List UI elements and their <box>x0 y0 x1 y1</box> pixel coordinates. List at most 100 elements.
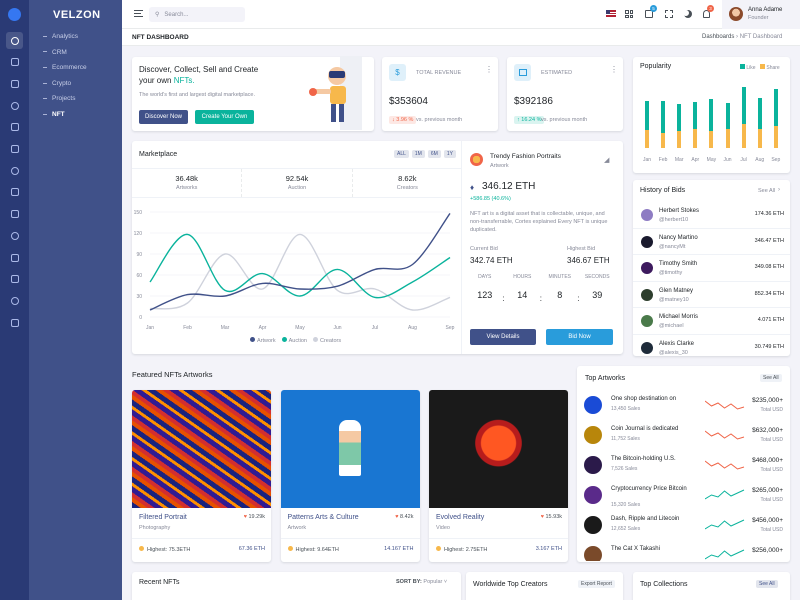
dashboard-icon[interactable] <box>6 32 23 49</box>
top-artworks-see-all[interactable]: See All <box>760 374 782 382</box>
bid-row[interactable]: Alexis Clarke @alexis_30 30.749 ETH <box>633 335 790 356</box>
nft-artwork-image[interactable] <box>429 390 568 508</box>
filter-1m[interactable]: 1M <box>411 150 425 158</box>
revenue-menu-icon[interactable]: ⋮ <box>485 65 493 74</box>
legend-item[interactable]: Artwork <box>250 337 276 344</box>
share-network-icon[interactable] <box>6 314 23 331</box>
menu-dash <box>43 98 47 100</box>
share-network-icon-glyph <box>10 318 19 327</box>
sidebar-item-crm[interactable]: CRM <box>43 49 67 56</box>
nft-likes[interactable]: ♥ 15.93k <box>541 514 562 520</box>
sidebar-item-label: CRM <box>52 48 67 56</box>
x-tick-label: Aug <box>408 325 417 331</box>
flag-icon[interactable] <box>606 10 616 17</box>
top-artwork-row[interactable]: Dash, Ripple and Litecoin 12,652 Sales $45… <box>577 510 790 540</box>
legend-item[interactable]: Auction <box>281 337 307 344</box>
brand-logo[interactable]: VELZON <box>53 9 101 21</box>
share-icon[interactable]: ◢ <box>604 156 609 164</box>
pen-icon[interactable] <box>6 271 23 288</box>
nft-likes[interactable]: ♥ 8.42k <box>395 514 413 520</box>
table-icon[interactable] <box>6 227 23 244</box>
artwork-thumb <box>584 486 602 504</box>
map-pin-icon[interactable] <box>6 292 23 309</box>
search-input[interactable]: ⚲ Search... <box>149 7 245 22</box>
shapes-icon[interactable] <box>6 162 23 179</box>
popularity-bar-group: Sep <box>769 80 783 168</box>
file-icon[interactable] <box>6 119 23 136</box>
layers-icon[interactable] <box>6 75 23 92</box>
bid-row[interactable]: Michael Morris @michael 4.071 ETH <box>633 308 790 335</box>
bids-see-all[interactable]: See All <box>758 188 775 194</box>
bidder-name: Alexis Clarke <box>659 341 695 347</box>
nft-name[interactable]: Evolved Reality <box>436 514 484 521</box>
nft-artwork-image[interactable] <box>280 390 420 508</box>
view-details-button[interactable]: View Details <box>470 329 536 345</box>
recent-nfts-title: Recent NFTs <box>139 579 180 586</box>
estimated-note: vs. previous month <box>541 117 588 123</box>
discover-now-button[interactable]: Discover Now <box>139 110 188 124</box>
top-artwork-row[interactable]: Cryptocurrency Price Bitcoin 15,320 Sales… <box>577 480 790 510</box>
bid-row[interactable]: Timothy Smith @timothy 349.08 ETH <box>633 255 790 282</box>
sidebar-item-ecommerce[interactable]: Ecommerce <box>43 64 87 71</box>
export-report-button[interactable]: Export Report <box>578 580 615 588</box>
filter-6m[interactable]: 6M <box>427 150 441 158</box>
sparkline-path <box>705 400 745 410</box>
featured-nft-card[interactable]: Patterns Arts & Culture Artwork ♥ 8.42k Hig… <box>280 390 420 562</box>
sidebar-item-label: Crypto <box>52 79 72 87</box>
nft-category: Photography <box>139 525 171 531</box>
estimated-menu-icon[interactable]: ⋮ <box>610 65 618 74</box>
bid-now-button[interactable]: Bid Now <box>546 329 613 345</box>
fullscreen-icon[interactable] <box>665 10 673 18</box>
filter-all[interactable]: ALL <box>394 150 409 158</box>
bidder-name: Michael Morris <box>659 314 699 321</box>
filter-1y[interactable]: 1Y <box>443 150 456 158</box>
sidebar-item-analytics[interactable]: Analytics <box>43 33 78 40</box>
logo-icon[interactable] <box>8 8 21 21</box>
form-icon[interactable] <box>6 206 23 223</box>
rocket-icon[interactable] <box>6 141 23 158</box>
sparkline-path <box>705 549 745 560</box>
create-your-own-button[interactable]: Create Your Own <box>195 110 254 124</box>
nft-name[interactable]: Filtered Portrait <box>139 514 187 521</box>
top-artwork-row[interactable]: The Bitcoin-holding U.S. 7,526 Sales $468,… <box>577 450 790 480</box>
hamburger-icon[interactable] <box>134 10 143 17</box>
chart-icon[interactable] <box>6 249 23 266</box>
sort-dropdown[interactable]: SORT BY: Popular ˅ <box>396 579 447 585</box>
bid-row[interactable]: Herbert Stokes @herbert10 174.36 ETH <box>633 202 790 229</box>
featured-nft-card[interactable]: Filtered Portrait Photography ♥ 19.29k High… <box>132 390 271 562</box>
marketplace-stat: 92.54k Auction <box>242 169 353 197</box>
popularity-month-label: May <box>706 157 717 163</box>
layout-icon[interactable] <box>6 184 23 201</box>
bid-row[interactable]: Nancy Martino @nancyMt 346.47 ETH <box>633 229 790 256</box>
nft-likes[interactable]: ♥ 19.29k <box>244 514 265 520</box>
apps-grid-icon[interactable] <box>625 10 633 18</box>
legend-item[interactable]: Creators <box>313 337 341 344</box>
artwork-price-label: Total USD <box>760 467 783 473</box>
bid-value: 30.749 ETH <box>754 344 784 350</box>
trendy-title[interactable]: Trendy Fashion Portraits <box>490 153 561 160</box>
top-artworks-list: One shop destination on 13,450 Sales $235,… <box>577 390 790 561</box>
breadcrumb: Dashboards › NFT Dashboard <box>702 34 783 40</box>
recent-nfts-card <box>132 572 461 600</box>
stat-label: Auction <box>287 185 307 191</box>
top-artwork-row[interactable]: One shop destination on 13,450 Sales $235,… <box>577 390 790 420</box>
account-icon[interactable] <box>6 97 23 114</box>
sidebar-item-nft[interactable]: NFT <box>43 111 65 118</box>
top-artwork-row[interactable]: Coin Journal is dedicated 11,752 Sales $63… <box>577 420 790 450</box>
breadcrumb-root[interactable]: Dashboards <box>702 34 734 40</box>
popularity-bar-group: Jul <box>737 80 751 168</box>
dark-mode-icon[interactable] <box>684 10 692 18</box>
top-artwork-row[interactable]: The Cat X Takashi $256,000+ <box>577 540 790 561</box>
bidder-handle: @michael <box>659 323 684 330</box>
trendy-change: +586.85 (40.6%) <box>470 196 511 202</box>
bid-row[interactable]: Glen Matney @matney10 852.34 ETH <box>633 282 790 309</box>
nft-name[interactable]: Patterns Arts & Culture <box>288 514 359 521</box>
sidebar-item-projects[interactable]: Projects <box>43 95 75 102</box>
nft-artwork-image[interactable] <box>132 390 271 508</box>
top-collections-see-all[interactable]: See All <box>756 580 778 588</box>
revenue-change-badge: ↓ 3.96 % <box>389 116 417 124</box>
sidebar-item-crypto[interactable]: Crypto <box>43 80 71 87</box>
apps-icon[interactable] <box>6 54 23 71</box>
layers-icon-glyph <box>10 79 19 88</box>
featured-nft-card[interactable]: Evolved Reality Video ♥ 15.93k Highest: 2.7… <box>429 390 568 562</box>
